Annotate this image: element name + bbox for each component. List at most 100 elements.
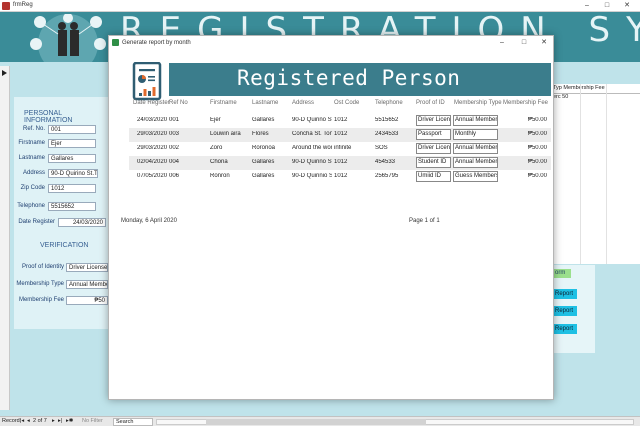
membership-type-field[interactable]: Annual Member [66, 280, 108, 289]
cell-proof-of-id: Umiid ID [416, 171, 451, 182]
address-label: Address [22, 170, 45, 176]
cell-membership-type: Annual Member [453, 157, 498, 168]
proof-of-identity-label: Proof of Identity [21, 264, 64, 270]
last-record-button[interactable]: ▸| [58, 417, 62, 426]
report-page: Registered Person Date Register Ref No F… [121, 58, 553, 388]
cell-lastname: Gallares [252, 117, 275, 123]
new-record-button[interactable]: ▸✱ [66, 417, 73, 426]
cell-ref-no: 002 [169, 145, 180, 151]
datasheet-header: Typ Membership Fee [553, 84, 640, 94]
access-app-icon [2, 2, 10, 10]
cell-ref-no: 001 [169, 117, 180, 123]
report-button-3[interactable]: Report [553, 324, 577, 334]
report-button-1[interactable]: Report [553, 289, 577, 299]
cell-ref-no: 004 [169, 159, 180, 165]
cell-address: 90-D Quirino St. [292, 117, 332, 123]
record-label: Record: [2, 418, 22, 424]
record-selector-strip[interactable] [0, 66, 10, 410]
cell-proof-of-id: Driver License [416, 115, 451, 126]
close-button[interactable]: ✕ [620, 1, 634, 11]
cell-ost-code: 1012 [334, 131, 348, 137]
verification-title: VERIFICATION [40, 242, 89, 249]
cell-membership-type: Annual Member [453, 115, 498, 126]
cell-telephone: 2565795 [375, 173, 399, 179]
personal-information-title: PERSONAL INFORMATION [24, 110, 73, 124]
record-position[interactable]: 2 of 7 [33, 417, 47, 426]
date-register-field[interactable]: 24/03/2020 [58, 218, 106, 227]
cell-membership-type: Annual Member [453, 143, 498, 154]
column-header-date-register: Date Register [133, 100, 170, 106]
report-window: Generate report by month – □ ✕ Registere… [108, 35, 554, 400]
column-header-telephone: Telephone [375, 100, 403, 106]
column-header-lastname: Lastname [252, 100, 279, 106]
report-row: 29/03/2020 003 Louwin aira Flores Concha… [129, 128, 551, 142]
telephone-label: Telephone [17, 203, 45, 209]
address-field[interactable]: 90-D Quirino St.Tor [48, 169, 98, 178]
ref-no-label: Ref. No. [22, 126, 45, 132]
cell-ref-no: 003 [169, 131, 180, 137]
next-record-button[interactable]: ▸ [52, 417, 55, 426]
cell-proof-of-id: Driver License [416, 143, 451, 154]
telephone-field[interactable]: 5515652 [48, 202, 96, 211]
report-footer-date: Monday, 6 April 2020 [121, 218, 177, 224]
zip-code-field[interactable]: 1012 [48, 184, 96, 193]
cell-date-register: 07/05/2020 [137, 173, 168, 179]
report-minimize-button[interactable]: – [495, 38, 509, 48]
cell-lastname: Roronoa [252, 145, 276, 151]
cell-ost-code: 1012 [334, 173, 348, 179]
datasheet-cell[interactable]: erc 50 [553, 94, 568, 100]
report-maximize-button[interactable]: □ [517, 38, 531, 48]
cell-ost-code: infinite [334, 145, 352, 151]
personal-information-panel: PERSONAL INFORMATION Ref. No. 001 Firstn… [14, 97, 108, 329]
report-footer-page-number: Page 1 of 1 [409, 218, 440, 224]
cell-firstname: Zoro [210, 145, 223, 151]
grid-line [606, 84, 607, 264]
cell-ref-no: 006 [169, 173, 180, 179]
records-datasheet[interactable]: Typ Membership Fee erc 50 [553, 84, 640, 264]
cell-proof-of-id: Student ID [416, 157, 451, 168]
cell-membership-type: Guess Membershi [453, 171, 498, 182]
report-row: 29/03/2020 002 Zoro Roronoa Around the w… [129, 142, 551, 156]
cell-address: 90-D Quirino St. [292, 159, 332, 165]
people-network-clipart [30, 14, 106, 62]
cell-membership-fee: ₱50.00 [527, 117, 547, 123]
previous-record-button[interactable]: ◂ [27, 417, 30, 426]
lastname-field[interactable]: Gallares [48, 154, 96, 163]
cell-ost-code: 1012 [334, 159, 348, 165]
cell-address: Around the wor [292, 145, 332, 151]
grid-line [580, 84, 581, 264]
cell-firstname: Louwin aira [210, 131, 241, 137]
firstname-field[interactable]: Ejer [48, 139, 96, 148]
cell-ost-code: 1012 [334, 117, 348, 123]
main-window-title: frmReg [13, 2, 33, 8]
date-register-label: Date Register [18, 219, 55, 225]
cell-telephone: 2434533 [375, 131, 399, 137]
report-button-2[interactable]: Report [553, 306, 577, 316]
report-header-bar: Registered Person [169, 63, 551, 96]
cell-date-register: 24/03/2020 [137, 117, 168, 123]
cell-firstname: Ejer [210, 117, 221, 123]
cell-firstname: Chona [210, 159, 228, 165]
column-header-membership-fee: Membership Fee [503, 100, 549, 106]
report-close-button[interactable]: ✕ [537, 38, 551, 48]
maximize-button[interactable]: □ [600, 1, 614, 11]
membership-fee-field[interactable]: ₱50 [66, 296, 108, 305]
cell-firstname: Ronron [210, 173, 230, 179]
scrollbar-thumb[interactable] [206, 419, 426, 425]
filter-indicator[interactable]: No Filter [82, 417, 103, 426]
cell-membership-fee: ₱50.00 [527, 159, 547, 165]
lastname-label: Lastname [18, 155, 45, 161]
column-header-ref-no: Ref No [169, 100, 188, 106]
current-record-arrow-icon [2, 70, 7, 76]
column-header-firstname: Firstname [210, 100, 237, 106]
ref-no-field[interactable]: 001 [48, 125, 96, 134]
first-record-button[interactable]: |◂ [20, 417, 24, 426]
report-row: 02/04/2020 004 Chona Gallares 90-D Quiri… [129, 156, 551, 170]
proof-of-identity-field[interactable]: Driver License [66, 263, 108, 272]
cell-lastname: Flores [252, 131, 269, 137]
cell-address: 90-D Quirinio St [292, 173, 332, 179]
cell-address: Concha St. Tonc [292, 131, 332, 137]
search-input[interactable]: Search [113, 418, 153, 426]
form-label: orm [553, 269, 571, 278]
minimize-button[interactable]: – [580, 1, 594, 11]
